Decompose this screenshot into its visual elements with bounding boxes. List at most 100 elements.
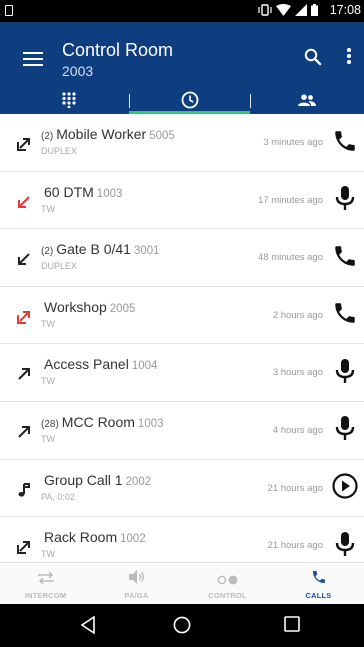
call-row[interactable]: (2) Mobile Worker 5005 DUPLEX 3 minutes ago xyxy=(0,114,364,172)
tab-contacts[interactable] xyxy=(250,86,364,114)
sim-card-icon xyxy=(5,5,13,16)
back-icon[interactable] xyxy=(80,616,96,634)
contact-name: Workshop xyxy=(44,298,107,315)
contacts-icon xyxy=(298,94,316,106)
contact-name: Mobile Worker xyxy=(56,126,147,142)
battery-icon xyxy=(311,4,318,16)
recent-calls-list: (2) Mobile Worker 5005 DUPLEX 3 minutes ago 6… xyxy=(0,114,364,575)
call-name: (28) MCC Room 1003 xyxy=(41,414,164,430)
vibrate-icon xyxy=(258,4,272,16)
microphone-icon xyxy=(334,358,356,389)
call-time-ago: 48 minutes ago xyxy=(258,252,323,264)
call-time-ago: 3 hours ago xyxy=(272,367,323,379)
call-name: Workshop 2005 xyxy=(41,299,135,315)
nav-control[interactable]: CONTROL xyxy=(182,563,273,605)
talk-button[interactable] xyxy=(331,531,359,562)
talk-button[interactable] xyxy=(331,358,359,389)
call-name: (2) Gate B 0/41 3001 xyxy=(41,241,160,257)
contact-name: Rack Room xyxy=(44,529,118,546)
nav-intercom-label: INTERCOM xyxy=(24,591,67,600)
dialpad-icon xyxy=(61,92,76,108)
phone-icon xyxy=(332,128,358,159)
contact-name: MCC Room xyxy=(61,413,135,430)
call-back-button[interactable] xyxy=(331,302,359,330)
call-time-ago: 2 hours ago xyxy=(272,309,323,321)
call-type: DUPLEX xyxy=(41,146,78,156)
outgoing-arrow-icon xyxy=(16,136,32,152)
clock-icon xyxy=(181,91,198,109)
call-type: PA, 0:02 xyxy=(41,491,75,502)
contact-name: Gate B 0/41 xyxy=(56,241,131,258)
app-bar: Control Room 2003 xyxy=(0,22,364,114)
contact-extension: 3001 xyxy=(133,245,160,258)
contact-extension: 2002 xyxy=(125,475,152,488)
call-back-button[interactable] xyxy=(331,129,359,157)
call-time-ago: 4 hours ago xyxy=(272,424,323,436)
contact-name: Group Call 1 xyxy=(44,471,123,488)
call-name: Access Panel 1004 xyxy=(41,356,157,372)
status-bar: 17:08 xyxy=(0,0,364,22)
microphone-icon xyxy=(334,531,356,562)
call-row[interactable]: (28) MCC Room 1003 TW 4 hours ago xyxy=(0,401,364,460)
nav-calls-label: CALLS xyxy=(305,591,332,600)
phone-icon xyxy=(332,300,358,331)
music-note-icon xyxy=(16,482,32,498)
page-subtitle: 2003 xyxy=(62,63,94,79)
call-count: (2) xyxy=(41,246,54,258)
bottom-navigation: INTERCOM PA/GA CONTROL CALLS xyxy=(0,562,364,604)
tab-dialpad[interactable] xyxy=(8,86,129,114)
more-options-icon[interactable] xyxy=(344,48,354,66)
play-circle-icon xyxy=(332,473,358,504)
call-type: TW xyxy=(41,433,55,444)
call-count: (28) xyxy=(41,418,59,430)
call-back-button[interactable] xyxy=(331,244,359,272)
microphone-icon xyxy=(334,185,356,216)
wifi-icon xyxy=(276,4,291,16)
outgoing-arrow-icon xyxy=(16,539,32,555)
home-icon[interactable] xyxy=(173,616,191,634)
call-name: 60 DTM 1003 xyxy=(41,184,122,200)
call-time-ago: 17 minutes ago xyxy=(258,194,323,206)
signal-icon xyxy=(295,4,307,16)
search-icon[interactable] xyxy=(304,48,322,66)
page-title: Control Room xyxy=(62,40,174,60)
call-row[interactable]: (2) Gate B 0/41 3001 DUPLEX 48 minutes ago xyxy=(0,229,364,287)
phone-icon xyxy=(312,571,325,583)
call-name: Rack Room 1002 xyxy=(41,529,146,545)
call-row[interactable]: Access Panel 1004 TW 3 hours ago xyxy=(0,344,364,402)
nav-control-label: CONTROL xyxy=(208,591,247,600)
outgoing-arrow-icon xyxy=(16,424,32,440)
incoming-arrow-icon xyxy=(16,251,32,267)
call-row[interactable]: Group Call 1 2002 PA, 0:02 21 hours ago xyxy=(0,459,364,518)
nav-pa-ga[interactable]: PA/GA xyxy=(91,563,182,605)
tab-bar xyxy=(0,86,364,114)
call-type: TW xyxy=(41,203,55,214)
toggle-icon xyxy=(217,575,237,585)
call-row[interactable]: 60 DTM 1003 TW 17 minutes ago xyxy=(0,171,364,230)
microphone-icon xyxy=(334,415,356,446)
contact-extension: 1003 xyxy=(96,187,123,200)
status-time: 17:08 xyxy=(329,3,361,17)
nav-calls[interactable]: CALLS xyxy=(273,563,364,605)
contact-extension: 1003 xyxy=(137,417,164,430)
play-recording-button[interactable] xyxy=(331,473,359,504)
talk-button[interactable] xyxy=(331,185,359,216)
call-time-ago: 3 minutes ago xyxy=(263,137,323,148)
contact-extension: 2005 xyxy=(109,302,136,315)
missed-incoming-arrow-icon xyxy=(16,194,32,210)
call-name: Group Call 1 2002 xyxy=(41,472,151,488)
call-type: TW xyxy=(41,376,55,387)
tab-recent-calls[interactable] xyxy=(129,86,250,114)
system-navigation-bar xyxy=(0,604,364,647)
missed-outgoing-arrow-icon xyxy=(16,309,32,325)
contact-extension: 1004 xyxy=(131,360,158,373)
call-row[interactable]: Workshop 2005 TW 2 hours ago xyxy=(0,286,364,345)
phone-icon xyxy=(332,243,358,274)
call-type: TW xyxy=(41,549,55,560)
nav-intercom[interactable]: INTERCOM xyxy=(0,563,91,605)
swap-arrows-icon xyxy=(37,571,54,585)
talk-button[interactable] xyxy=(331,415,359,446)
recents-icon[interactable] xyxy=(284,616,300,632)
menu-icon[interactable] xyxy=(23,52,43,68)
call-type: TW xyxy=(41,318,55,329)
